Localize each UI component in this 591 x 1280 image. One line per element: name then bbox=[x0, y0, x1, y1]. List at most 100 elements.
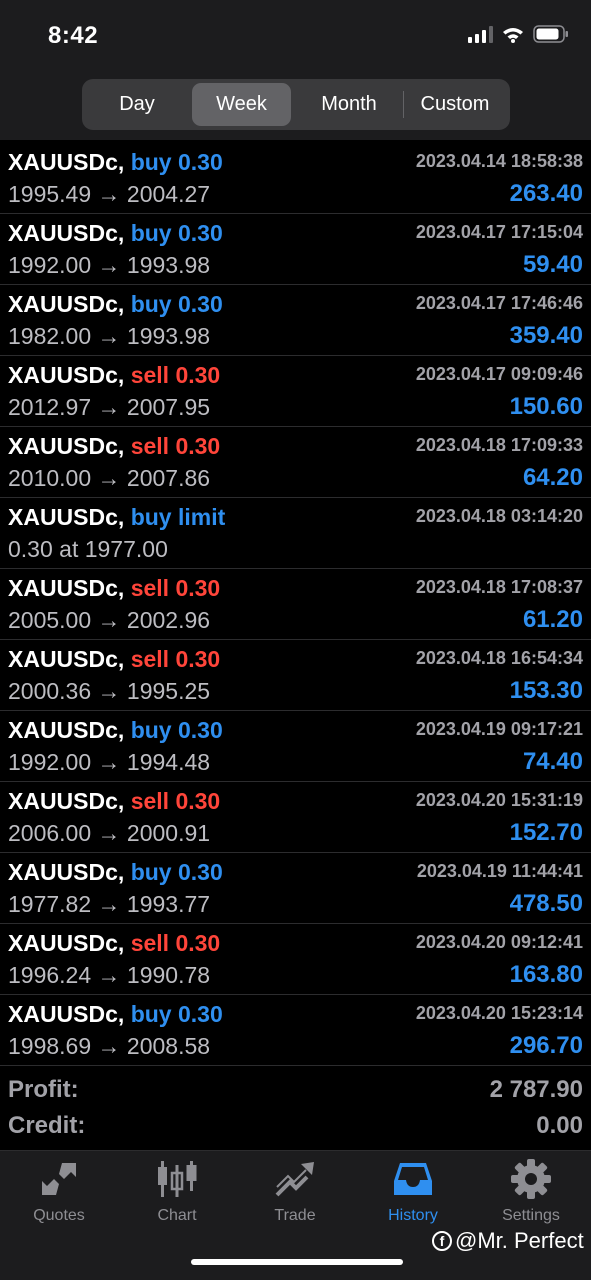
history-row[interactable]: XAUUSDc, sell 0.30 2023.04.20 15:31:19 2… bbox=[0, 782, 591, 853]
separator: , bbox=[117, 859, 125, 885]
timestamp: 2023.04.20 15:31:19 bbox=[415, 790, 583, 810]
separator: , bbox=[117, 149, 125, 175]
history-row[interactable]: XAUUSDc, buy 0.30 2023.04.20 15:23:14 19… bbox=[0, 995, 591, 1066]
price-range: 2006.00 → 2000.91 bbox=[8, 820, 211, 846]
credit-summary: Credit: 0.00 bbox=[0, 1110, 591, 1146]
tab-label: Chart bbox=[157, 1207, 197, 1224]
tab-chart[interactable]: Chart bbox=[118, 1159, 236, 1239]
trade-action: buy 0.30 bbox=[130, 149, 223, 175]
symbol: XAUUSDc bbox=[8, 717, 118, 743]
trade-action: sell 0.30 bbox=[130, 646, 221, 672]
profit-value: 150.60 bbox=[509, 393, 583, 420]
separator: , bbox=[117, 291, 125, 317]
tab-settings[interactable]: Settings bbox=[472, 1159, 590, 1239]
tab-month[interactable]: Month bbox=[295, 83, 403, 126]
price-range: 1992.00 → 1994.48 bbox=[8, 749, 211, 775]
symbol: XAUUSDc bbox=[8, 433, 118, 459]
price-range: 2010.00 → 2007.86 bbox=[8, 465, 211, 491]
trade-action: sell 0.30 bbox=[130, 788, 221, 814]
price-range: 1995.49 → 2004.27 bbox=[8, 181, 211, 207]
profit-value: 61.20 bbox=[522, 606, 583, 633]
trade-action: buy 0.30 bbox=[130, 859, 223, 885]
tab-trade[interactable]: Trade bbox=[236, 1159, 354, 1239]
watermark-text: @Mr. Perfect bbox=[455, 1228, 584, 1253]
tab-history[interactable]: History bbox=[354, 1159, 472, 1239]
battery-icon bbox=[533, 25, 568, 43]
price-range: 1992.00 → 1993.98 bbox=[8, 252, 211, 278]
price-range: 2005.00 → 2002.96 bbox=[8, 607, 211, 633]
price-range: 1977.82 → 1993.77 bbox=[8, 891, 211, 917]
separator: , bbox=[117, 646, 125, 672]
timestamp: 2023.04.18 17:09:33 bbox=[415, 435, 583, 455]
trade-action: buy 0.30 bbox=[130, 717, 223, 743]
symbol: XAUUSDc bbox=[8, 504, 118, 530]
symbol: XAUUSDc bbox=[8, 291, 118, 317]
profit-value: 359.40 bbox=[509, 322, 583, 349]
history-icon bbox=[394, 1163, 432, 1195]
credit-label: Credit: bbox=[8, 1112, 86, 1139]
chart-icon bbox=[158, 1161, 197, 1197]
profit-value: 163.80 bbox=[509, 961, 583, 988]
symbol: XAUUSDc bbox=[8, 646, 118, 672]
tab-label: Settings bbox=[502, 1207, 560, 1224]
symbol: XAUUSDc bbox=[8, 930, 118, 956]
separator: , bbox=[117, 788, 125, 814]
summary: Profit: 2 787.90 Credit: 0.00 bbox=[0, 1074, 591, 1146]
history-row[interactable]: XAUUSDc, buy 0.30 2023.04.19 09:17:21 19… bbox=[0, 711, 591, 782]
trade-icon bbox=[275, 1162, 314, 1197]
tab-label: Trade bbox=[274, 1207, 316, 1224]
history-list: XAUUSDc, buy 0.30 2023.04.14 18:58:38 19… bbox=[0, 143, 591, 1066]
profit-value: 74.40 bbox=[522, 748, 583, 775]
history-row[interactable]: XAUUSDc, buy 0.30 2023.04.17 17:46:46 19… bbox=[0, 285, 591, 356]
profit-value: 152.70 bbox=[509, 819, 583, 846]
separator: , bbox=[117, 433, 125, 459]
price-range: 1998.69 → 2008.58 bbox=[8, 1033, 211, 1059]
profit-value: 263.40 bbox=[509, 180, 583, 207]
history-row[interactable]: XAUUSDc, buy 0.30 2023.04.14 18:58:38 19… bbox=[0, 143, 591, 214]
period-segmented-control: Day Week Month Custom bbox=[82, 79, 510, 130]
home-indicator[interactable] bbox=[191, 1259, 403, 1265]
timestamp: 2023.04.14 18:58:38 bbox=[415, 151, 583, 171]
trade-action: sell 0.30 bbox=[130, 575, 221, 601]
history-row[interactable]: XAUUSDc, sell 0.30 2023.04.17 09:09:46 2… bbox=[0, 356, 591, 427]
history-row[interactable]: XAUUSDc, buy limit 2023.04.18 03:14:20 0… bbox=[0, 498, 591, 569]
watermark: f @Mr. Perfect bbox=[432, 1228, 584, 1254]
profit-value: 153.30 bbox=[509, 677, 583, 704]
symbol: XAUUSDc bbox=[8, 859, 118, 885]
trade-action: buy 0.30 bbox=[130, 220, 223, 246]
tab-quotes[interactable]: Quotes bbox=[0, 1159, 118, 1239]
status-icons bbox=[468, 25, 569, 43]
separator: , bbox=[117, 930, 125, 956]
order-details: 0.30 at 1977.00 bbox=[8, 536, 168, 562]
symbol: XAUUSDc bbox=[8, 220, 118, 246]
separator: , bbox=[117, 220, 125, 246]
trade-action: buy 0.30 bbox=[130, 291, 223, 317]
history-row[interactable]: XAUUSDc, sell 0.30 2023.04.20 09:12:41 1… bbox=[0, 924, 591, 995]
tab-day[interactable]: Day bbox=[86, 83, 188, 126]
symbol: XAUUSDc bbox=[8, 575, 118, 601]
history-row[interactable]: XAUUSDc, sell 0.30 2023.04.18 17:09:33 2… bbox=[0, 427, 591, 498]
separator: , bbox=[117, 717, 125, 743]
tab-custom[interactable]: Custom bbox=[404, 83, 506, 126]
trade-action: buy limit bbox=[130, 504, 226, 530]
price-range: 2012.97 → 2007.95 bbox=[8, 394, 211, 420]
separator: , bbox=[117, 1001, 125, 1027]
history-row[interactable]: XAUUSDc, buy 0.30 2023.04.17 17:15:04 19… bbox=[0, 214, 591, 285]
timestamp: 2023.04.17 17:15:04 bbox=[415, 222, 583, 242]
timestamp: 2023.04.17 17:46:46 bbox=[415, 293, 583, 313]
tab-week[interactable]: Week bbox=[192, 83, 291, 126]
timestamp: 2023.04.18 17:08:37 bbox=[415, 577, 583, 597]
timestamp: 2023.04.17 09:09:46 bbox=[415, 364, 583, 384]
symbol: XAUUSDc bbox=[8, 1001, 118, 1027]
timestamp: 2023.04.18 03:14:20 bbox=[415, 506, 583, 526]
history-row[interactable]: XAUUSDc, sell 0.30 2023.04.18 16:54:34 2… bbox=[0, 640, 591, 711]
history-row[interactable]: XAUUSDc, sell 0.30 2023.04.18 17:08:37 2… bbox=[0, 569, 591, 640]
history-row[interactable]: XAUUSDc, buy 0.30 2023.04.19 11:44:41 19… bbox=[0, 853, 591, 924]
cellular-signal-icon bbox=[468, 25, 493, 43]
facebook-icon: f bbox=[432, 1231, 452, 1251]
profit-total: 2 787.90 bbox=[489, 1076, 583, 1103]
separator: , bbox=[117, 362, 125, 388]
separator: , bbox=[117, 575, 125, 601]
price-range: 1982.00 → 1993.98 bbox=[8, 323, 211, 349]
price-range: 2000.36 → 1995.25 bbox=[8, 678, 211, 704]
